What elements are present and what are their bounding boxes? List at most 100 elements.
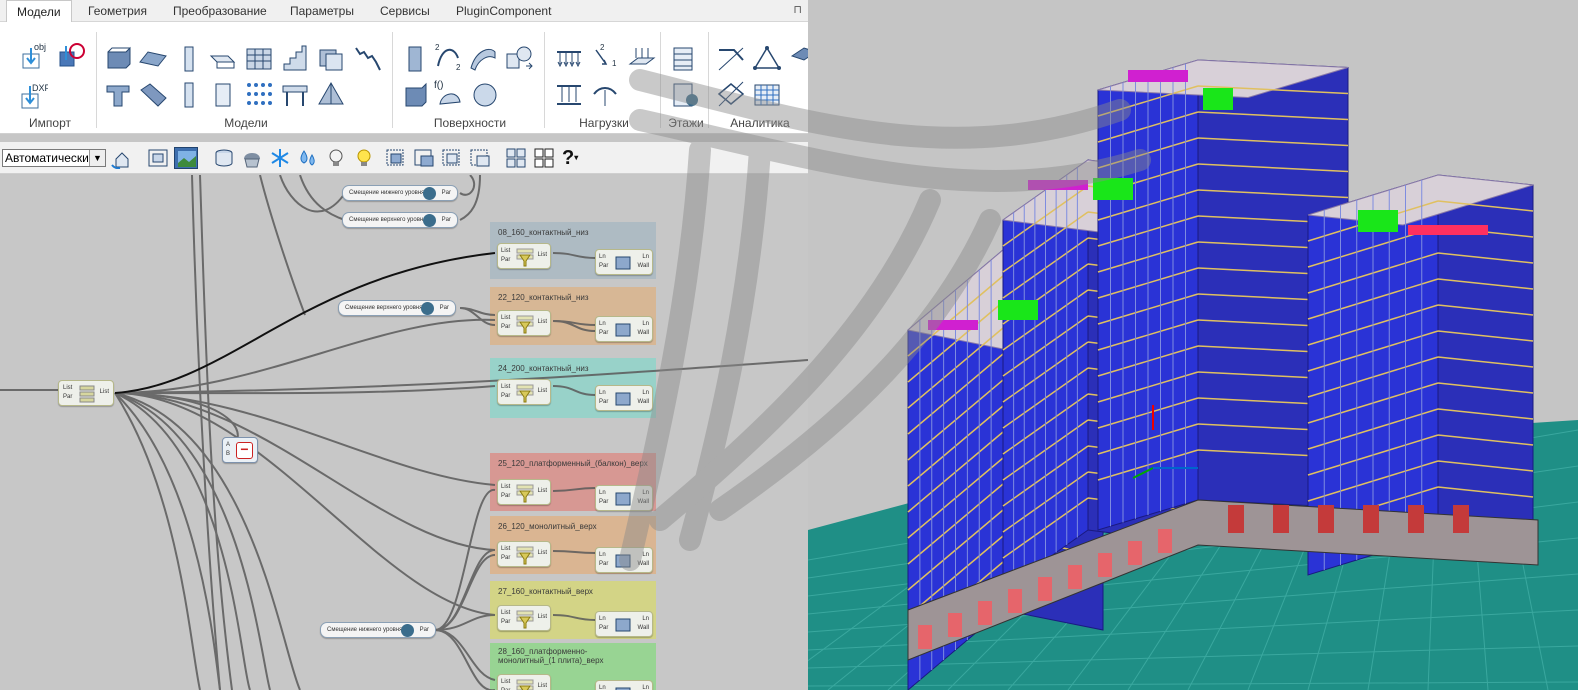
grid-points-icon[interactable] (244, 80, 274, 110)
subtract-node[interactable]: A B − (222, 437, 258, 463)
port-label: List (501, 546, 511, 552)
table-icon[interactable] (280, 80, 310, 110)
analytics-lines-icon[interactable] (716, 44, 746, 74)
slab-icon[interactable] (104, 44, 134, 74)
filter-list-node[interactable]: List Par List (497, 541, 551, 567)
analytics-extra-icon[interactable] (788, 44, 808, 74)
pile-icon[interactable] (174, 80, 204, 110)
grid-icon[interactable] (752, 80, 782, 110)
level-offset-upper-pill[interactable]: Смещение верхнего уровня Par (342, 212, 458, 228)
linear-load-icon[interactable] (554, 80, 584, 110)
import-dxf-icon[interactable]: DXF (18, 82, 51, 112)
box-icon[interactable] (400, 80, 430, 110)
tab-models[interactable]: Модели (6, 0, 72, 23)
import-obj-icon[interactable]: obj (18, 42, 48, 72)
floor-settings-icon[interactable] (670, 80, 700, 110)
pin-icon[interactable]: ⊓ (793, 3, 802, 16)
roof-accent (1408, 225, 1488, 235)
port-label: Par (501, 555, 511, 561)
port-label: List (501, 610, 511, 616)
tab-parameters[interactable]: Параметры (280, 0, 364, 22)
muffin-icon[interactable] (240, 147, 264, 169)
panel-icon[interactable] (208, 80, 238, 110)
area-load-icon[interactable] (626, 44, 656, 74)
level-offset-lower-pill[interactable]: Смещение нижнего уровня Par (342, 185, 458, 201)
create-wall-node[interactable]: Ln Par Ln Wall (595, 249, 653, 275)
stair-icon[interactable] (280, 44, 310, 74)
point-load-icon[interactable]: 21 (590, 42, 620, 72)
bulb-on-icon[interactable] (352, 147, 376, 169)
distributed-load-icon[interactable] (554, 44, 584, 74)
port-label: Wall (637, 561, 649, 567)
surface-panel-icon[interactable] (400, 44, 430, 74)
node-graph-canvas[interactable]: 08_160_контактный_низ 22_120_контактный_… (0, 175, 808, 690)
triangle-icon[interactable] (752, 44, 782, 74)
tab-transform[interactable]: Преобразование (163, 0, 277, 22)
main-list-node[interactable]: List Par List (58, 380, 114, 406)
drops-icon[interactable] (296, 147, 320, 169)
tab-plugin-component[interactable]: PluginComponent (446, 0, 561, 22)
filter-list-node[interactable]: List Par List (497, 674, 551, 690)
port-label: List (537, 319, 547, 325)
filter-list-node[interactable]: List Par List (497, 243, 551, 269)
select-3-icon[interactable] (440, 147, 464, 169)
display-mode-select[interactable]: Автоматически ▼ (2, 149, 106, 167)
pill-port: Par (441, 217, 451, 223)
beam-icon[interactable] (208, 44, 238, 74)
layout-2x2-icon[interactable] (504, 147, 528, 169)
create-wall-node[interactable]: Ln Par Ln Wall (595, 547, 653, 573)
port-label: Ln (599, 552, 606, 558)
create-wall-node[interactable]: Ln Par Ln Wall (595, 316, 653, 342)
refresh-house-icon[interactable] (110, 147, 134, 170)
wall-icon[interactable] (244, 44, 274, 74)
function-surface-icon[interactable]: f() (434, 78, 464, 108)
tab-geometry[interactable]: Геометрия (78, 0, 157, 22)
filter-list-node[interactable]: List Par List (497, 479, 551, 505)
support-icon[interactable] (590, 80, 620, 110)
port-label: Wall (637, 499, 649, 505)
3d-viewport[interactable] (808, 0, 1578, 690)
tbeam-icon[interactable] (104, 80, 134, 110)
render-icon[interactable] (174, 147, 198, 169)
analytics-plane-icon[interactable] (716, 80, 746, 110)
solid-icon[interactable] (504, 44, 534, 74)
pyramid-icon[interactable] (316, 80, 346, 110)
create-wall-node[interactable]: Ln Par Ln Wall (595, 485, 653, 511)
spline-icon[interactable]: 22 (434, 42, 464, 72)
filter-list-node[interactable]: List Par List (497, 379, 551, 405)
snowflake-icon[interactable] (268, 147, 292, 169)
shell-icon[interactable] (468, 44, 498, 74)
floors-icon[interactable] (670, 44, 700, 74)
ribbon-group-label-loads: Нагрузки (579, 116, 629, 130)
plate-icon[interactable] (138, 44, 168, 74)
help-icon[interactable]: ?▾ (562, 147, 586, 169)
layers-icon[interactable] (212, 147, 236, 169)
wires-layer (0, 175, 808, 690)
zoom-extents-icon[interactable] (146, 147, 170, 169)
podium-window (1098, 553, 1112, 577)
column-icon[interactable] (174, 44, 204, 74)
spring-icon[interactable] (352, 44, 382, 74)
tab-services[interactable]: Сервисы (370, 0, 440, 22)
pill-caption: Смещение верхнего уровня (345, 305, 423, 311)
select-1-icon[interactable] (384, 147, 408, 169)
port-label: List (501, 484, 511, 490)
level-offset-lower-pill[interactable]: Смещение нижнего уровня Par (320, 622, 436, 638)
filter-list-node[interactable]: List Par List (497, 605, 551, 631)
sphere-icon[interactable] (470, 80, 500, 110)
create-wall-node[interactable]: Ln Par Ln Wall (595, 680, 653, 690)
inclined-plate-icon[interactable] (138, 80, 168, 110)
bulb-off-icon[interactable] (324, 147, 348, 169)
import-link-icon[interactable] (56, 42, 86, 72)
block-icon[interactable] (316, 44, 346, 74)
create-wall-node[interactable]: Ln Par Ln Wall (595, 611, 653, 637)
port-label: Par (599, 330, 609, 336)
filter-list-node[interactable]: List Par List (497, 310, 551, 336)
select-4-icon[interactable] (468, 147, 492, 169)
select-2-icon[interactable] (412, 147, 436, 169)
level-offset-upper-pill[interactable]: Смещение верхнего уровня Par (338, 300, 456, 316)
layout-grid-icon[interactable] (532, 147, 556, 169)
create-wall-node[interactable]: Ln Par Ln Wall (595, 385, 653, 411)
port-label: Par (501, 393, 511, 399)
roof-accent (928, 320, 978, 330)
